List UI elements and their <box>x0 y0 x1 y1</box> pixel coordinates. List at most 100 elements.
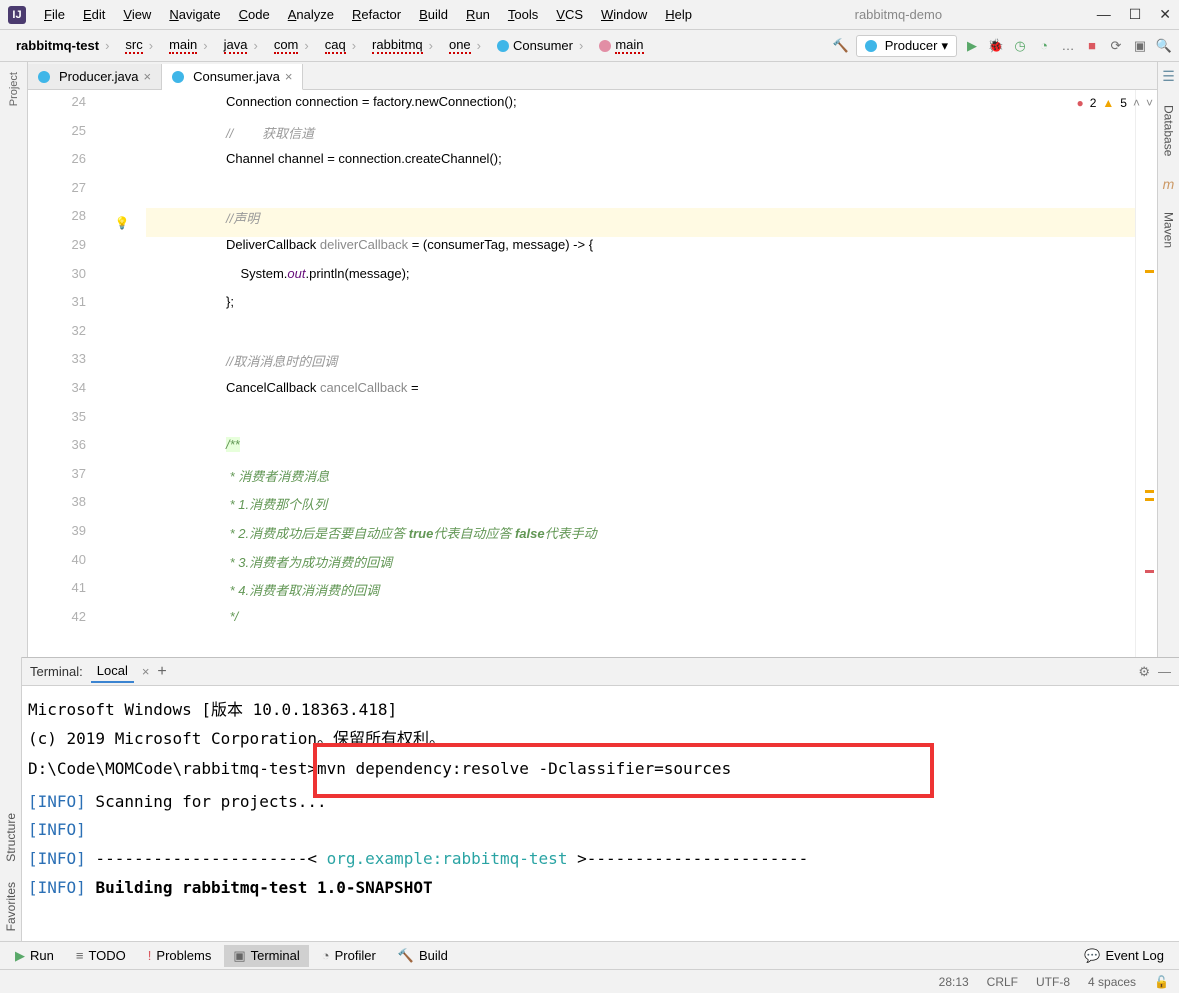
code-line[interactable]: Channel channel = connection.createChann… <box>146 151 1135 180</box>
menu-analyze[interactable]: Analyze <box>280 4 342 25</box>
code-line[interactable]: Connection connection = factory.newConne… <box>146 94 1135 123</box>
favorites-tool-tab[interactable]: Favorites <box>2 872 20 941</box>
run-configuration-selector[interactable]: Producer ▾ <box>856 35 957 57</box>
maximize-icon[interactable]: ☐ <box>1129 6 1142 23</box>
run-icon[interactable]: ▶ <box>963 37 981 55</box>
tool-todo[interactable]: ≡TODO <box>67 945 135 966</box>
stop-icon[interactable]: ■ <box>1083 37 1101 55</box>
breadcrumb-item[interactable]: caq <box>315 35 362 56</box>
run-icon: ▶ <box>15 948 25 964</box>
right-tool-strip: ☰ Database m Maven <box>1157 62 1179 657</box>
breadcrumb-item[interactable]: java <box>214 35 264 56</box>
tool-profiler[interactable]: ◔Profiler <box>313 945 385 966</box>
up-arrow-icon[interactable]: ˄ <box>1133 96 1140 110</box>
maven-tool-tab[interactable]: Maven <box>1160 208 1178 252</box>
hide-panel-icon[interactable]: — <box>1158 664 1171 679</box>
breadcrumb-item[interactable]: main <box>159 35 214 56</box>
breadcrumb-item[interactable]: one <box>439 35 487 56</box>
terminal-output[interactable]: Microsoft Windows [版本 10.0.18363.418](c)… <box>22 686 1179 941</box>
code-line[interactable]: * 3.消费者为成功消费的回调 <box>146 552 1135 581</box>
readonly-lock-icon[interactable]: 🔓 <box>1154 975 1169 989</box>
attach-icon[interactable]: … <box>1059 37 1077 55</box>
code-line[interactable]: * 消费者消费消息 <box>146 466 1135 495</box>
close-tab-icon[interactable]: × <box>144 69 152 84</box>
code-line[interactable]: }; <box>146 294 1135 323</box>
intention-bulb-icon[interactable]: 💡 <box>115 216 130 230</box>
minimize-icon[interactable]: — <box>1097 6 1111 23</box>
editor-tab[interactable]: Producer.java× <box>28 64 162 89</box>
maven-icon[interactable]: m <box>1163 176 1175 192</box>
menu-build[interactable]: Build <box>411 4 456 25</box>
code-line[interactable]: // 获取信道 <box>146 123 1135 152</box>
code-line[interactable]: DeliverCallback deliverCallback = (consu… <box>146 237 1135 266</box>
warning-mark[interactable] <box>1145 490 1154 493</box>
code-line[interactable]: */ <box>146 609 1135 638</box>
code-line[interactable]: * 1.消费那个队列 <box>146 494 1135 523</box>
error-stripe[interactable]: ●2 ▲5 ˄ ˅ <box>1135 90 1157 657</box>
close-icon[interactable]: ✕ <box>1159 6 1171 23</box>
code-line[interactable] <box>146 409 1135 438</box>
line-separator[interactable]: CRLF <box>987 975 1018 989</box>
update-icon[interactable]: ⟳ <box>1107 37 1125 55</box>
database-tool-tab[interactable]: Database <box>1160 101 1178 160</box>
breadcrumb-item[interactable]: rabbitmq <box>362 35 439 56</box>
structure-tool-tab[interactable]: Structure <box>2 803 20 872</box>
menu-refactor[interactable]: Refactor <box>344 4 409 25</box>
breadcrumb-item[interactable]: Consumer <box>487 36 589 55</box>
coverage-icon[interactable]: ◷ <box>1011 37 1029 55</box>
menu-tools[interactable]: Tools <box>500 4 546 25</box>
debug-icon[interactable]: 🐞 <box>987 37 1005 55</box>
breadcrumb-item[interactable]: src <box>115 35 159 56</box>
file-icon <box>38 71 50 83</box>
warning-mark[interactable] <box>1145 270 1154 273</box>
menu-window[interactable]: Window <box>593 4 655 25</box>
menu-edit[interactable]: Edit <box>75 4 113 25</box>
terminal-label: Terminal: <box>30 664 83 679</box>
indent-setting[interactable]: 4 spaces <box>1088 975 1136 989</box>
tool-build[interactable]: 🔨Build <box>389 945 457 967</box>
profile-icon[interactable]: ◔ <box>1035 37 1053 55</box>
editor-tab[interactable]: Consumer.java× <box>162 64 303 90</box>
code-line[interactable]: * 2.消费成功后是否要自动应答 true代表自动应答 false代表手动 <box>146 523 1135 552</box>
code-line[interactable]: System.out.println(message); <box>146 266 1135 295</box>
code-editor[interactable]: Connection connection = factory.newConne… <box>146 90 1135 657</box>
error-mark[interactable] <box>1145 570 1154 573</box>
breadcrumb-item[interactable]: main <box>589 35 655 56</box>
close-tab-icon[interactable]: × <box>285 69 293 84</box>
menu-view[interactable]: View <box>115 4 159 25</box>
caret-position[interactable]: 28:13 <box>939 975 969 989</box>
project-tool-tab[interactable]: Project <box>6 66 22 112</box>
event-log[interactable]: 💬Event Log <box>1075 945 1173 967</box>
line-number-gutter: 24252627282930313233343536373839404142 <box>28 90 98 657</box>
database-icon[interactable]: ☰ <box>1162 68 1175 85</box>
new-terminal-icon[interactable]: + <box>157 663 166 681</box>
code-line[interactable]: //取消消息时的回调 <box>146 351 1135 380</box>
warning-mark[interactable] <box>1145 498 1154 501</box>
gear-icon[interactable]: ⚙ <box>1138 664 1150 680</box>
tool-run[interactable]: ▶Run <box>6 945 63 967</box>
code-line[interactable]: * 4.消费者取消消费的回调 <box>146 580 1135 609</box>
menu-file[interactable]: File <box>36 4 73 25</box>
search-icon[interactable]: 🔍 <box>1155 37 1173 55</box>
menu-navigate[interactable]: Navigate <box>161 4 228 25</box>
code-line[interactable]: //声明 <box>146 208 1135 237</box>
menu-run[interactable]: Run <box>458 4 498 25</box>
left-tool-strip-lower: Structure Favorites <box>0 657 22 941</box>
hammer-icon[interactable]: 🔨 <box>832 37 850 55</box>
breadcrumb-item[interactable]: rabbitmq-test <box>6 36 115 55</box>
file-encoding[interactable]: UTF-8 <box>1036 975 1070 989</box>
breadcrumb-item[interactable]: com <box>264 35 315 56</box>
code-line[interactable] <box>146 180 1135 209</box>
terminal-tab-local[interactable]: Local <box>91 660 134 683</box>
code-line[interactable]: /** <box>146 437 1135 466</box>
menu-code[interactable]: Code <box>231 4 278 25</box>
code-line[interactable]: CancelCallback cancelCallback = <box>146 380 1135 409</box>
down-arrow-icon[interactable]: ˅ <box>1146 96 1153 110</box>
terminal-tab-close-icon[interactable]: × <box>142 664 150 679</box>
tool-problems[interactable]: !Problems <box>139 945 221 966</box>
code-line[interactable] <box>146 323 1135 352</box>
tool-terminal[interactable]: ▣Terminal <box>224 945 308 967</box>
run-anything-icon[interactable]: ▣ <box>1131 37 1149 55</box>
menu-help[interactable]: Help <box>657 4 700 25</box>
menu-vcs[interactable]: VCS <box>548 4 591 25</box>
